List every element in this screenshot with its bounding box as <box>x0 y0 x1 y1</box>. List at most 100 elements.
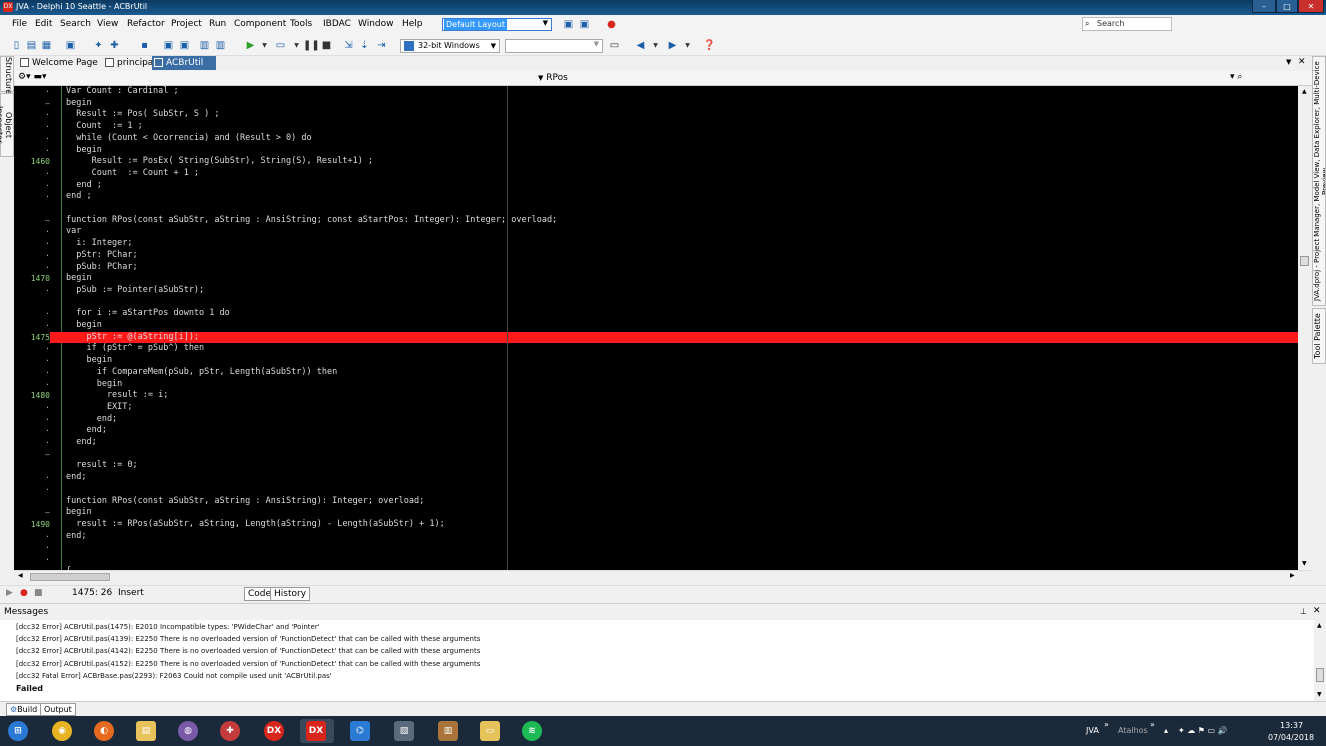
tab-build[interactable]: ⚙Build <box>6 703 42 716</box>
open-icon[interactable]: ▤ <box>25 39 38 52</box>
menu-run[interactable]: Run <box>209 19 226 29</box>
code-line[interactable]: end; <box>66 472 86 484</box>
object-inspector-panel-tab[interactable]: Object Inspector <box>0 93 14 157</box>
close-tab-icon[interactable]: ✕ <box>1298 57 1306 67</box>
new-items-icon[interactable]: ✦ <box>92 39 105 52</box>
code-line[interactable]: for i := aStartPos downto 1 do <box>66 308 230 320</box>
messages-scrollbar[interactable]: ▲ ▼ <box>1314 620 1326 701</box>
procedure-list-select[interactable]: ▼ RPos <box>538 73 568 83</box>
set-debug-desktop-icon[interactable]: ▣ <box>578 18 591 31</box>
discord-icon[interactable]: ◍ <box>178 721 198 741</box>
tab-history-view[interactable]: History <box>270 587 311 601</box>
tray-apps-icon[interactable]: ✦ ☁ ⚑ ▭ 🔊 <box>1178 726 1228 735</box>
help-icon[interactable]: ❓ <box>703 39 716 52</box>
macro-play-icon[interactable]: ▶ <box>6 588 13 598</box>
tray-label-atalhos[interactable]: Atalhos <box>1118 726 1148 735</box>
file-explorer-icon[interactable]: ▤ <box>136 721 156 741</box>
editor-vertical-scrollbar[interactable]: ▲ ▼ <box>1298 86 1312 570</box>
code-line[interactable]: result := RPos(aSubStr, aString, Length(… <box>66 519 444 531</box>
message-item[interactable]: [dcc32 Error] ACBrUtil.pas(1475): E2010 … <box>16 623 320 631</box>
code-line[interactable]: begin <box>66 320 102 332</box>
clock-date[interactable]: 07/04/2018 <box>1268 733 1314 742</box>
maximize-button[interactable]: □ <box>1276 0 1298 13</box>
code-line[interactable]: Result := Pos( SubStr, S ) ; <box>66 109 219 121</box>
code-line[interactable]: EXIT; <box>66 402 133 414</box>
tool-palette-panel-tab[interactable]: Tool Palette <box>1312 308 1326 364</box>
menu-component[interactable]: Component <box>234 19 286 29</box>
run-to-cursor-icon[interactable]: ⇥ <box>375 39 388 52</box>
procedure-search-icon[interactable]: ▾ ⌕ <box>1230 72 1242 82</box>
new-icon[interactable]: ▯ <box>10 39 23 52</box>
menu-refactor[interactable]: Refactor <box>127 19 165 29</box>
open-project-icon[interactable]: ▣ <box>64 39 77 52</box>
code-line[interactable]: end; <box>66 414 117 426</box>
code-line[interactable]: pStr: PChar; <box>66 250 137 262</box>
menu-search[interactable]: Search <box>60 19 91 29</box>
vscode-icon[interactable]: ⌬ <box>350 721 370 741</box>
folder-icon[interactable]: ▭ <box>480 721 500 741</box>
menu-help[interactable]: Help <box>402 19 423 29</box>
run-options-dropdown-icon[interactable]: ▼ <box>290 39 303 52</box>
pin-icon[interactable]: ⊥ <box>1300 607 1307 616</box>
menu-file[interactable]: File <box>12 19 27 29</box>
message-item[interactable]: [dcc32 Error] ACBrUtil.pas(4152): E2250 … <box>16 660 480 668</box>
tray-label-jva[interactable]: JVA <box>1086 726 1099 735</box>
code-line[interactable]: end; <box>66 437 96 449</box>
toggle-form-icon[interactable]: ▥ <box>198 39 211 52</box>
windows-start-icon[interactable]: ⊞ <box>8 721 28 741</box>
code-line[interactable]: end; <box>66 425 106 437</box>
save-project-icon[interactable]: ▣ <box>178 39 191 52</box>
archive-icon[interactable]: ▥ <box>438 721 458 741</box>
step-over-icon[interactable]: ⇲ <box>342 39 355 52</box>
save-all-icon[interactable]: ▣ <box>162 39 175 52</box>
tab-list-dropdown-icon[interactable]: ▼ <box>1286 58 1291 66</box>
scroll-thumb[interactable] <box>1300 256 1309 266</box>
firefox-icon[interactable]: ◐ <box>94 721 114 741</box>
reopen-icon[interactable]: ▦ <box>40 39 53 52</box>
view-form-icon[interactable]: ▥ <box>214 39 227 52</box>
editor-horizontal-scrollbar[interactable]: ◀ ▶ <box>14 570 1312 583</box>
code-line[interactable]: while (Count < Ocorrencia) and (Result >… <box>66 133 311 145</box>
target-platform-select[interactable]: 32-bit Windows ▼ <box>400 39 500 53</box>
trace-into-icon[interactable]: ⇣ <box>358 39 371 52</box>
menu-ibdac[interactable]: IBDAC <box>323 19 351 29</box>
app-icon[interactable]: ✚ <box>220 721 240 741</box>
forward-arrow-icon[interactable]: ▶ <box>666 39 679 52</box>
minimize-button[interactable]: – <box>1252 0 1276 13</box>
scroll-thumb[interactable] <box>1316 668 1324 682</box>
code-line[interactable]: begin <box>66 145 102 157</box>
desktop-layout-select[interactable]: Default Layout ▼ <box>442 18 552 31</box>
code-line[interactable]: function RPos(const aSubStr, aString : A… <box>66 496 424 508</box>
stop-icon[interactable]: ■ <box>320 39 333 52</box>
code-line[interactable]: var <box>66 226 81 238</box>
code-line[interactable]: result := i; <box>66 390 168 402</box>
message-item[interactable]: [dcc32 Error] ACBrUtil.pas(4139): E2250 … <box>16 635 480 643</box>
show-hidden-icons-icon[interactable]: ▴ <box>1164 726 1168 735</box>
message-item[interactable]: [dcc32 Fatal Error] ACBrBase.pas(2293): … <box>16 672 332 680</box>
pause-icon[interactable]: ❚❚ <box>303 39 320 52</box>
structure-panel-tab[interactable]: Structure <box>0 56 14 94</box>
code-line[interactable]: pSub := Pointer(aSubStr); <box>66 285 204 297</box>
code-line[interactable]: if (pStr^ = pSub^) then <box>66 343 204 355</box>
code-line[interactable]: pStr := @(aString[i]); <box>66 332 199 344</box>
macro-stop-icon[interactable]: ■ <box>34 588 43 598</box>
code-line[interactable]: end ; <box>66 191 92 203</box>
menu-tools[interactable]: Tools <box>290 19 312 29</box>
menu-window[interactable]: Window <box>358 19 394 29</box>
code-editor[interactable]: · – · · · · 1460 · · · – · · · · 1470 · · · 1475 · · · · 1480 · · ·… <box>14 86 1298 570</box>
code-line[interactable]: end; <box>66 531 86 543</box>
back-arrow-icon[interactable]: ◀ <box>634 39 647 52</box>
code-line[interactable]: function RPos(const aSubStr, aString : A… <box>66 215 557 227</box>
code-line[interactable]: Count := 1 ; <box>66 121 143 133</box>
terminal-icon[interactable]: ▧ <box>394 721 414 741</box>
project-manager-panel-tab[interactable]: JVA.dproj - Project Manager, Model View,… <box>1312 56 1326 306</box>
code-line[interactable]: begin <box>66 379 123 391</box>
forward-dropdown-icon[interactable]: ▼ <box>681 39 694 52</box>
code-line[interactable]: begin <box>66 273 92 285</box>
macro-record-icon[interactable]: ● <box>20 588 28 598</box>
menu-project[interactable]: Project <box>171 19 202 29</box>
run-icon[interactable]: ▶ <box>244 39 257 52</box>
target-icon[interactable]: ▭ <box>608 39 621 52</box>
tab-output[interactable]: Output <box>40 703 76 716</box>
code-line[interactable]: if CompareMem(pSub, pStr, Length(aSubStr… <box>66 367 338 379</box>
